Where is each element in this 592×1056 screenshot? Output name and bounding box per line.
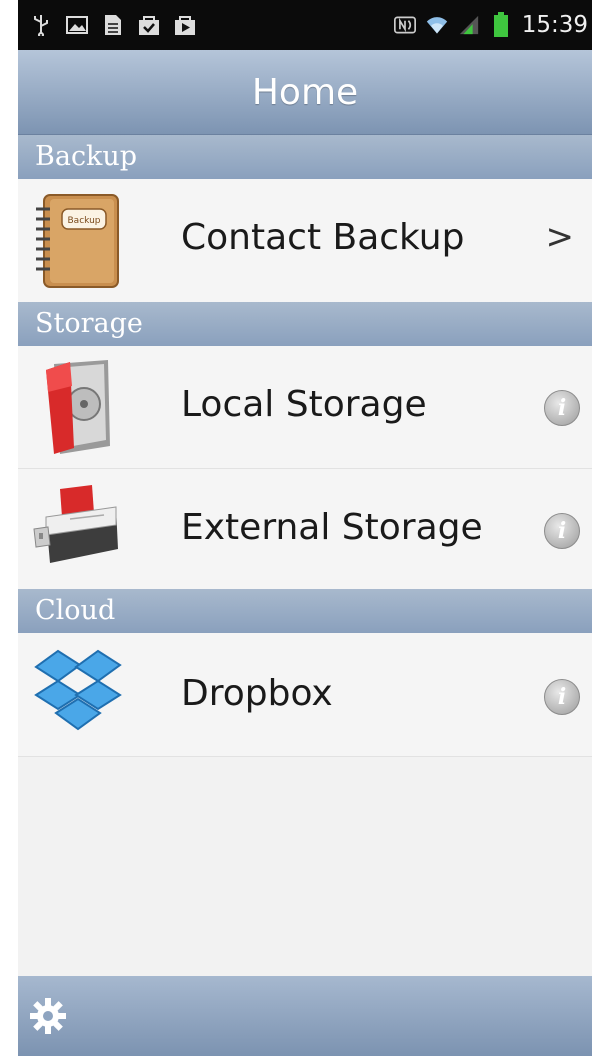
- phone-storage-icon: [30, 356, 126, 456]
- checkbox-bag-icon: [138, 14, 160, 36]
- address-book-label: Backup: [68, 216, 101, 226]
- address-book-icon: Backup: [30, 191, 126, 291]
- list-item-label: Contact Backup: [181, 217, 465, 258]
- wifi-icon: [426, 14, 448, 36]
- section-header-backup: Backup: [18, 135, 592, 179]
- page-title: Home: [251, 71, 359, 113]
- list-item-local-storage[interactable]: Local Storage i: [18, 346, 592, 469]
- info-icon[interactable]: i: [544, 390, 580, 426]
- section-header-storage: Storage: [18, 302, 592, 346]
- list-item-label: External Storage: [181, 507, 483, 548]
- phone-screen: 15:39 Home Backup Backup Contact Backup …: [18, 0, 592, 1056]
- info-icon[interactable]: i: [544, 679, 580, 715]
- battery-icon: [490, 12, 512, 37]
- document-icon: [102, 14, 124, 36]
- title-bar: Home: [18, 50, 592, 135]
- chevron-right-icon: >: [545, 217, 575, 257]
- status-time: 15:39: [521, 12, 588, 38]
- gear-icon[interactable]: [28, 996, 68, 1036]
- usb-drive-icon: [30, 479, 126, 579]
- list-item-external-storage[interactable]: External Storage i: [18, 469, 592, 590]
- section-header-cloud: Cloud: [18, 589, 592, 633]
- play-bag-icon: [174, 14, 196, 36]
- list-item-contact-backup[interactable]: Backup Contact Backup >: [18, 179, 592, 303]
- signal-icon: [458, 14, 480, 36]
- list-item-dropbox[interactable]: Dropbox i: [18, 633, 592, 757]
- list-item-label: Local Storage: [181, 384, 427, 425]
- dropbox-icon: [30, 643, 126, 743]
- bottom-toolbar: [18, 976, 592, 1056]
- image-icon: [66, 14, 88, 36]
- nfc-icon: [393, 14, 416, 36]
- list-item-label: Dropbox: [181, 673, 333, 714]
- status-bar: 15:39: [18, 0, 592, 50]
- info-icon[interactable]: i: [544, 513, 580, 549]
- usb-icon: [30, 14, 52, 36]
